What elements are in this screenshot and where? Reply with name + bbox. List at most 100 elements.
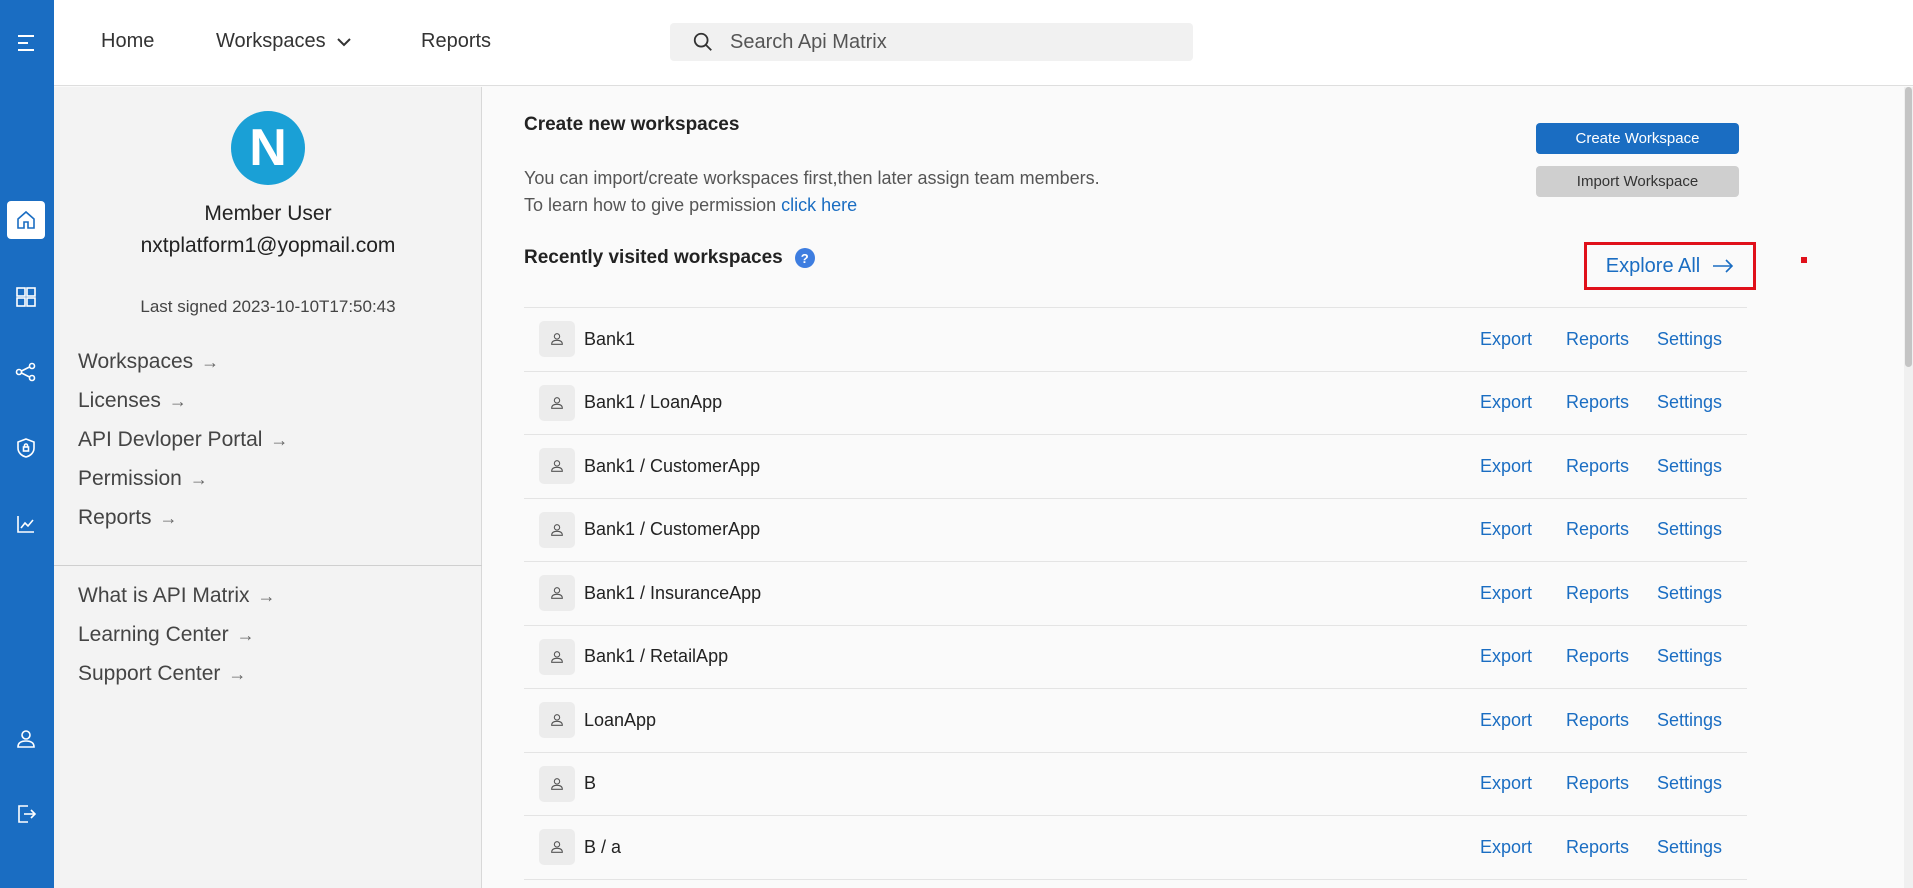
nav-workspaces-label: Workspaces [216, 30, 326, 52]
arrow-right-icon: → [201, 351, 220, 372]
settings-link[interactable]: Settings [1657, 519, 1722, 540]
scrollbar[interactable] [1904, 87, 1913, 888]
avatar-letter: N [249, 119, 287, 177]
recent-heading: Recently visited workspaces ? [524, 247, 815, 269]
arrow-right-icon: → [257, 585, 276, 606]
export-link[interactable]: Export [1480, 392, 1532, 413]
reports-link[interactable]: Reports [1566, 646, 1629, 667]
export-link[interactable]: Export [1480, 456, 1532, 477]
sidebar-link-label: Licenses [78, 389, 161, 412]
reports-link[interactable]: Reports [1566, 773, 1629, 794]
workspace-user-icon [539, 575, 575, 612]
nav-workspaces-dropdown[interactable]: Workspaces [216, 30, 352, 53]
profile-sidebar: N Member User nxtplatform1@yopmail.com L… [54, 87, 482, 888]
sidebar-link-permission[interactable]: Permission → [78, 467, 208, 491]
home-icon[interactable] [7, 201, 45, 239]
export-link[interactable]: Export [1480, 773, 1532, 794]
sidebar-link-learning-center[interactable]: Learning Center → [78, 623, 255, 647]
settings-link[interactable]: Settings [1657, 329, 1722, 350]
settings-link[interactable]: Settings [1657, 392, 1722, 413]
search-bar [670, 23, 1193, 61]
reports-link[interactable]: Reports [1566, 710, 1629, 731]
workspace-user-icon [539, 511, 575, 548]
workspace-name[interactable]: Bank1 / CustomerApp [584, 519, 760, 540]
export-link[interactable]: Export [1480, 837, 1532, 858]
export-link[interactable]: Export [1480, 646, 1532, 667]
user-email: nxtplatform1@yopmail.com [140, 234, 396, 257]
export-link[interactable]: Export [1480, 583, 1532, 604]
settings-link[interactable]: Settings [1657, 456, 1722, 477]
logout-icon[interactable] [7, 795, 45, 833]
workspace-user-icon [539, 384, 575, 421]
reports-link[interactable]: Reports [1566, 392, 1629, 413]
dashboard-icon[interactable] [7, 278, 45, 316]
settings-link[interactable]: Settings [1657, 710, 1722, 731]
workspace-user-icon [539, 448, 575, 485]
share-nodes-icon[interactable] [7, 353, 45, 391]
settings-link[interactable]: Settings [1657, 583, 1722, 604]
sidebar-link-label: Permission [78, 467, 182, 490]
workspace-user-icon [539, 829, 575, 866]
workspace-row[interactable]: Bank1 / RetailApp Export Reports Settings [524, 626, 1747, 689]
nav-reports[interactable]: Reports [421, 30, 491, 53]
workspace-name[interactable]: B / a [584, 837, 621, 858]
workspace-name[interactable]: LoanApp [584, 710, 656, 731]
workspace-row[interactable]: Bank1 / LoanApp Export Reports Settings [524, 372, 1747, 435]
export-link[interactable]: Export [1480, 519, 1532, 540]
workspace-row[interactable]: Bank1 / InsuranceApp Export Reports Setting… [524, 562, 1747, 626]
workspace-name[interactable]: Bank1 / CustomerApp [584, 456, 760, 477]
recent-workspaces-list: Bank1 Export Reports Settings Bank1 / LoanAp… [524, 307, 1747, 880]
export-link[interactable]: Export [1480, 329, 1532, 350]
workspace-row[interactable]: Bank1 Export Reports Settings [524, 308, 1747, 372]
explore-all-label: Explore All [1605, 254, 1701, 277]
sidebar-link-label: Workspaces [78, 350, 194, 373]
create-workspace-button[interactable]: Create Workspace [1536, 123, 1739, 154]
arrow-right-icon: → [159, 507, 178, 528]
reports-link[interactable]: Reports [1566, 519, 1629, 540]
scrollbar-thumb[interactable] [1905, 87, 1912, 367]
workspace-row[interactable]: B Export Reports Settings [524, 753, 1747, 816]
search-input[interactable] [730, 30, 1170, 54]
security-shield-icon[interactable] [7, 429, 45, 467]
menu-icon[interactable] [7, 24, 45, 62]
workspace-name[interactable]: Bank1 [584, 329, 635, 350]
export-link[interactable]: Export [1480, 710, 1532, 731]
top-nav-bar: Home Workspaces Reports [54, 0, 1913, 86]
sidebar-link-reports[interactable]: Reports → [78, 506, 178, 530]
permission-help-text: To learn how to give permission click he… [524, 195, 857, 216]
settings-link[interactable]: Settings [1657, 773, 1722, 794]
sidebar-link-licenses[interactable]: Licenses → [78, 389, 187, 413]
workspace-user-icon [539, 765, 575, 802]
workspace-name[interactable]: Bank1 / RetailApp [584, 646, 728, 667]
click-here-link[interactable]: click here [781, 195, 857, 215]
workspace-name[interactable]: B [584, 773, 596, 794]
reports-link[interactable]: Reports [1566, 837, 1629, 858]
workspace-name[interactable]: Bank1 / InsuranceApp [584, 583, 761, 604]
sidebar-link-label: Reports [78, 506, 152, 529]
workspace-row[interactable]: Bank1 / CustomerApp Export Reports Settings [524, 435, 1747, 499]
permission-help-prefix: To learn how to give permission [524, 195, 782, 215]
sidebar-link-api-developer-portal[interactable]: API Devloper Portal → [78, 428, 288, 452]
nav-home-label: Home [101, 30, 155, 52]
workspace-row[interactable]: LoanApp Export Reports Settings [524, 689, 1747, 753]
reports-link[interactable]: Reports [1566, 329, 1629, 350]
nav-home[interactable]: Home [101, 30, 154, 53]
reports-link[interactable]: Reports [1566, 583, 1629, 604]
reports-link[interactable]: Reports [1566, 456, 1629, 477]
help-question-icon[interactable]: ? [794, 248, 815, 268]
settings-link[interactable]: Settings [1657, 646, 1722, 667]
sidebar-link-support-center[interactable]: Support Center → [78, 662, 246, 686]
sidebar-link-workspaces[interactable]: Workspaces → [78, 350, 219, 374]
explore-all-link[interactable]: Explore All [1584, 242, 1756, 290]
avatar: N [231, 111, 305, 185]
sidebar-divider [54, 565, 482, 566]
settings-link[interactable]: Settings [1657, 837, 1722, 858]
workspace-name[interactable]: Bank1 / LoanApp [584, 392, 722, 413]
user-profile-icon[interactable] [7, 720, 45, 758]
sidebar-link-what-is-api-matrix[interactable]: What is API Matrix → [78, 584, 276, 608]
icon-rail [0, 0, 54, 888]
analytics-chart-icon[interactable] [7, 505, 45, 543]
workspace-row[interactable]: Bank1 / CustomerApp Export Reports Settings [524, 499, 1747, 562]
import-workspace-button[interactable]: Import Workspace [1536, 166, 1739, 197]
workspace-row[interactable]: B / a Export Reports Settings [524, 816, 1747, 880]
